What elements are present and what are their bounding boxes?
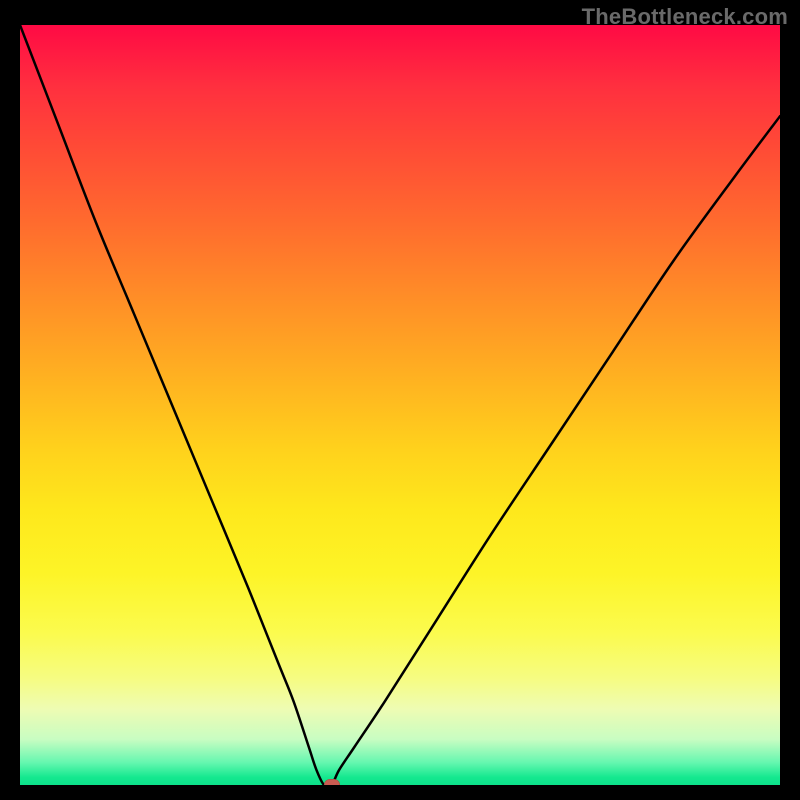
bottleneck-curve <box>20 25 780 785</box>
optimum-marker <box>324 779 340 785</box>
watermark-text: TheBottleneck.com <box>582 4 788 30</box>
chart-frame: TheBottleneck.com <box>0 0 800 800</box>
curve-svg <box>20 25 780 785</box>
plot-area <box>20 25 780 785</box>
